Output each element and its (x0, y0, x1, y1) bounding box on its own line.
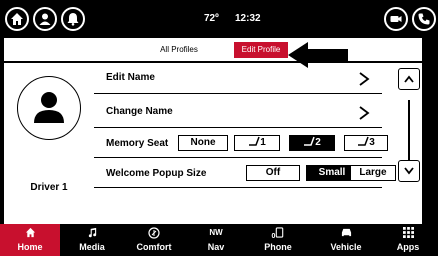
nav-phone-label: Phone (264, 242, 292, 252)
phone-icon: 0 (248, 227, 308, 243)
nav-apps-label: Apps (396, 242, 420, 252)
nav-comfort-label: Comfort (136, 242, 172, 252)
chevron-right-icon (359, 106, 370, 120)
seat-icon (304, 136, 315, 146)
change-name-row[interactable]: Change Name (94, 94, 382, 128)
memory-seat-option-none[interactable]: None (178, 135, 228, 151)
status-bar: 72º 12:32 (0, 0, 438, 38)
avatar[interactable] (17, 76, 81, 140)
memory-seat-2-label: 2 (315, 137, 321, 148)
nav-vehicle[interactable]: Vehicle (316, 224, 376, 256)
person-icon (39, 13, 51, 25)
memory-seat-option-2[interactable]: 2 (289, 135, 335, 151)
seat-icon (358, 136, 369, 146)
nav-nav-label: Nav (207, 242, 225, 252)
home-circle-button[interactable] (5, 7, 29, 31)
memory-seat-option-3[interactable]: 3 (344, 135, 388, 151)
home-icon (11, 13, 23, 25)
compass-icon: NW (209, 228, 223, 237)
chevron-down-icon (404, 167, 414, 175)
nav-home-label: Home (17, 242, 43, 252)
tab-all-profiles[interactable]: All Profiles (144, 42, 214, 58)
memory-seat-3-label: 3 (369, 137, 375, 148)
comfort-icon (124, 227, 184, 243)
welcome-popup-option-large[interactable]: Large (350, 165, 396, 181)
profile-tabs: All Profiles Edit Profile (4, 38, 422, 68)
welcome-popup-option-off[interactable]: Off (246, 165, 300, 181)
person-icon (34, 92, 64, 123)
bottom-nav: Home Media Comfort NW Nav 0 Phone Vehicl… (0, 224, 438, 256)
camera-circle-button[interactable] (384, 7, 408, 31)
scroll-down-button[interactable] (398, 160, 420, 182)
nav-apps[interactable]: Apps (378, 224, 438, 256)
home-icon (0, 227, 60, 242)
notification-circle-button[interactable] (61, 7, 85, 31)
driver-name: Driver 1 (30, 182, 68, 193)
profile-circle-button[interactable] (33, 7, 57, 31)
nav-comfort[interactable]: Comfort (124, 224, 184, 256)
nav-home[interactable]: Home (0, 224, 60, 256)
change-name-label: Change Name (106, 106, 173, 117)
scroll-up-button[interactable] (398, 68, 420, 90)
memory-seat-row: Memory Seat None 1 2 3 (94, 128, 388, 158)
chevron-up-icon (404, 75, 414, 83)
clock: 12:32 (235, 13, 261, 24)
welcome-popup-label: Welcome Popup Size (106, 168, 207, 179)
chevron-right-icon (359, 72, 370, 86)
memory-seat-1-label: 1 (260, 137, 266, 148)
tab-edit-profile[interactable]: Edit Profile (234, 42, 288, 58)
nav-nav[interactable]: NW Nav (186, 224, 246, 256)
phone-icon (418, 13, 430, 25)
grid-icon (378, 227, 438, 242)
phone-circle-button[interactable] (412, 7, 436, 31)
nav-media-label: Media (79, 242, 105, 252)
car-icon (316, 227, 376, 242)
scrollbar-track[interactable] (408, 100, 410, 160)
profile-card: Driver 1 (14, 72, 94, 193)
nav-media[interactable]: Media (62, 224, 122, 256)
edit-name-row[interactable]: Edit Name (94, 64, 382, 94)
nav-vehicle-label: Vehicle (330, 242, 362, 252)
camera-icon (390, 16, 402, 22)
memory-seat-label: Memory Seat (106, 138, 169, 149)
bell-icon (67, 13, 79, 26)
music-icon (62, 227, 122, 242)
edit-name-label: Edit Name (106, 72, 155, 83)
temperature-readout: 72º (204, 13, 219, 24)
profile-settings-panel: All Profiles Edit Profile Driver 1 Edit … (4, 38, 422, 224)
seat-icon (249, 136, 260, 146)
welcome-popup-row: Welcome Popup Size Off Small (94, 158, 382, 188)
nav-phone[interactable]: 0 Phone (248, 224, 308, 256)
tab-divider (4, 61, 422, 63)
memory-seat-option-1[interactable]: 1 (234, 135, 280, 151)
